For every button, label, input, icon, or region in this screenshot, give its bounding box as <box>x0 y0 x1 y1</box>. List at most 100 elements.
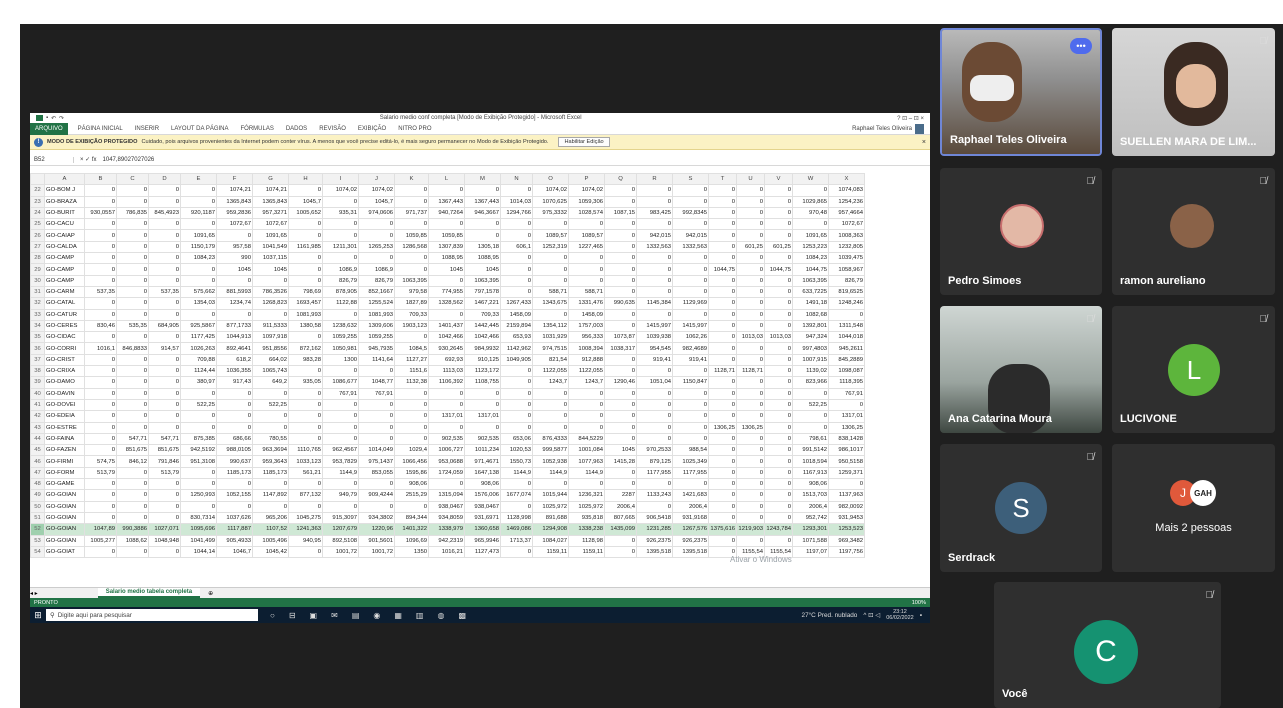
mail-icon[interactable]: ✉ <box>331 611 338 620</box>
cell[interactable]: 1442,445 <box>464 319 501 333</box>
cell[interactable]: 601,25 <box>736 240 765 254</box>
cell[interactable]: 0 <box>252 387 289 400</box>
cell[interactable]: 830,7314 <box>180 511 217 525</box>
cell[interactable]: 1128,998 <box>500 511 533 525</box>
cell[interactable]: 844,5229 <box>568 432 605 446</box>
cell[interactable]: 0 <box>252 500 289 513</box>
cell[interactable]: 826,79 <box>322 274 359 287</box>
cell[interactable]: 942,015 <box>672 229 709 242</box>
cell[interactable]: 0 <box>84 421 117 434</box>
cell[interactable]: 1435,099 <box>604 523 637 536</box>
cell[interactable]: 653,06 <box>500 432 533 446</box>
row-header[interactable]: 46 <box>30 455 45 468</box>
cell[interactable]: 798,69 <box>288 285 323 299</box>
cell[interactable]: 0 <box>604 274 637 287</box>
cell[interactable]: 0 <box>288 432 323 446</box>
cell[interactable]: 0 <box>116 240 149 254</box>
row-header[interactable]: 27 <box>30 240 45 254</box>
cell[interactable]: 0 <box>708 319 737 333</box>
cell[interactable]: 0 <box>708 195 737 208</box>
cell[interactable]: 0 <box>636 421 673 434</box>
cell[interactable]: 0 <box>636 184 673 197</box>
cell[interactable]: 0 <box>500 365 533 378</box>
cell[interactable]: 1220,96 <box>358 523 395 536</box>
cell[interactable]: 965,206 <box>252 511 289 525</box>
row-header[interactable]: 34 <box>30 319 45 333</box>
cell[interactable]: 0 <box>604 308 637 321</box>
cell[interactable]: 1365,843 <box>252 195 289 208</box>
firefox-icon[interactable]: ◍ <box>437 611 444 620</box>
cell[interactable]: 0 <box>500 545 533 559</box>
cell[interactable]: 0 <box>672 478 709 491</box>
cell[interactable]: 0 <box>500 410 533 423</box>
cell[interactable]: 0 <box>358 478 395 491</box>
cell[interactable]: GO-ESTRE <box>44 421 85 434</box>
cell[interactable]: 767,91 <box>828 387 865 400</box>
row-header[interactable]: 22 <box>30 184 45 197</box>
cell[interactable]: 0 <box>604 365 637 378</box>
cell[interactable]: 1133,243 <box>636 489 673 502</box>
row-header[interactable]: 26 <box>30 229 45 242</box>
cell[interactable]: 0 <box>604 184 637 197</box>
cell[interactable]: 969,3482 <box>828 534 865 547</box>
more-participants-tile[interactable]: J GAH Mais 2 pessoas <box>1112 444 1275 572</box>
cell[interactable]: GO-GOIAN <box>44 489 85 502</box>
cell[interactable]: 1227,465 <box>568 240 605 254</box>
cell[interactable]: 0 <box>532 478 569 491</box>
cell[interactable]: 0 <box>394 432 429 446</box>
cell[interactable]: 0 <box>708 534 737 547</box>
cell[interactable]: 0 <box>764 353 793 367</box>
cell[interactable]: 920,1187 <box>180 206 217 220</box>
cell[interactable]: 0 <box>428 184 465 197</box>
cell[interactable]: 1025,972 <box>568 500 605 513</box>
cell[interactable]: 1047,89 <box>84 523 117 536</box>
cell[interactable]: 1219,903 <box>736 523 765 536</box>
cell[interactable]: 767,91 <box>322 387 359 400</box>
cell[interactable]: 0 <box>708 285 737 299</box>
cell[interactable]: 1144,9 <box>322 466 359 480</box>
cell[interactable]: 1231,285 <box>636 523 673 536</box>
cell[interactable]: 0 <box>394 218 429 231</box>
cell[interactable]: 0 <box>116 274 149 287</box>
cell[interactable]: 1132,38 <box>394 376 429 389</box>
cell[interactable]: 1074,21 <box>216 184 253 197</box>
cell[interactable]: GO-GOIAT <box>44 545 85 559</box>
cell[interactable]: 0 <box>736 229 765 242</box>
cell[interactable]: 0 <box>116 511 149 525</box>
cell[interactable]: 0 <box>792 218 829 231</box>
cell[interactable]: GO-CORRI <box>44 342 85 355</box>
column-header[interactable]: K <box>394 173 429 186</box>
cell[interactable]: 0 <box>672 421 709 434</box>
cell[interactable]: GO-CATUR <box>44 308 85 321</box>
cell[interactable]: 1071,588 <box>792 534 829 547</box>
cell[interactable]: 1089,57 <box>568 229 605 242</box>
cell[interactable]: 1127,27 <box>394 353 429 367</box>
cell[interactable]: 1044,75 <box>792 263 829 276</box>
cell[interactable]: 1049,905 <box>500 353 533 367</box>
zoom-level[interactable]: 100% <box>912 600 926 606</box>
cell[interactable]: 908,06 <box>464 478 501 491</box>
cell[interactable]: 0 <box>84 387 117 400</box>
cell[interactable]: 0 <box>116 263 149 276</box>
cell[interactable]: 0 <box>568 252 605 265</box>
cell[interactable]: 0 <box>568 478 605 491</box>
cell[interactable]: 982,4689 <box>672 342 709 355</box>
cell[interactable]: 0 <box>394 410 429 423</box>
cell[interactable]: 997,4803 <box>792 342 829 355</box>
cell[interactable]: 0 <box>180 274 217 287</box>
cell[interactable]: 0 <box>216 478 253 491</box>
cell[interactable]: 1107,52 <box>252 523 289 536</box>
cell[interactable]: 1001,72 <box>358 545 395 559</box>
column-header[interactable]: W <box>792 173 829 186</box>
cell[interactable]: 909,4244 <box>358 489 395 502</box>
cell[interactable]: 0 <box>180 466 217 480</box>
folder-icon[interactable]: ▤ <box>352 611 360 620</box>
cell[interactable]: 935,31 <box>322 206 359 220</box>
cell[interactable]: 0 <box>604 319 637 333</box>
enable-editing-button[interactable]: Habilitar Edição <box>558 137 610 147</box>
cell[interactable]: 0 <box>736 319 765 333</box>
cell[interactable]: 1046,7 <box>216 545 253 559</box>
cell[interactable]: 1255,524 <box>358 297 395 310</box>
cell[interactable]: 0 <box>288 387 323 400</box>
cell[interactable]: 1142,962 <box>500 342 533 355</box>
